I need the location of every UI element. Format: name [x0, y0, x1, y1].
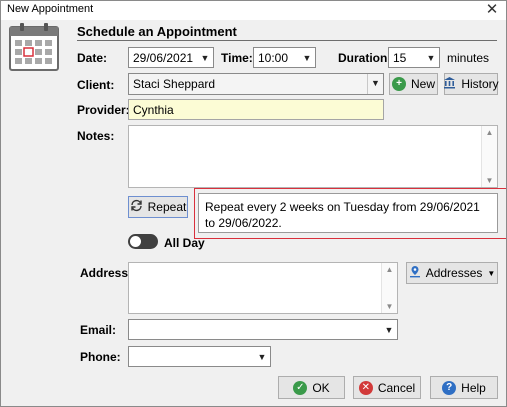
- duration-value: 15: [393, 50, 407, 65]
- duration-select[interactable]: 15 ▼: [388, 47, 440, 68]
- close-button[interactable]: ✕: [478, 0, 506, 20]
- date-picker[interactable]: 29/06/2021 ▼: [128, 47, 214, 68]
- client-select[interactable]: Staci Sheppard ▼: [128, 73, 384, 95]
- date-label: Date:: [77, 51, 108, 65]
- section-title: Schedule an Appointment: [77, 24, 237, 39]
- phone-select[interactable]: ▼: [128, 346, 271, 367]
- new-client-button[interactable]: + New: [389, 73, 438, 95]
- repeat-button-label: Repeat: [147, 200, 187, 214]
- chevron-down-icon[interactable]: ▼: [423, 53, 439, 63]
- scroll-down-icon[interactable]: ▼: [382, 302, 397, 311]
- duration-unit: minutes: [447, 51, 490, 65]
- check-circle-icon: ✓: [293, 380, 308, 395]
- chevron-down-icon[interactable]: ▼: [254, 352, 270, 362]
- all-day-label: All Day: [164, 236, 205, 250]
- address-textarea[interactable]: ▲ ▼: [128, 262, 398, 314]
- calendar-icon: [8, 22, 60, 75]
- ok-button-label: OK: [312, 380, 330, 395]
- chevron-down-icon[interactable]: ▼: [381, 325, 397, 335]
- scroll-up-icon[interactable]: ▲: [382, 265, 397, 274]
- client-label: Client:: [77, 78, 115, 92]
- duration-label: Duration:: [338, 51, 392, 65]
- history-button-label: History: [461, 77, 499, 91]
- time-label: Time:: [221, 51, 253, 65]
- cancel-button[interactable]: ✕ Cancel: [353, 376, 421, 399]
- provider-label: Provider:: [77, 103, 130, 117]
- repeat-icon: [130, 199, 143, 215]
- email-select[interactable]: ▼: [128, 319, 398, 340]
- ok-button[interactable]: ✓ OK: [278, 376, 345, 399]
- map-pin-icon: [409, 265, 421, 281]
- chevron-down-icon[interactable]: ▼: [367, 74, 383, 94]
- addresses-button-label: Addresses: [425, 266, 483, 280]
- scroll-up-icon[interactable]: ▲: [482, 128, 497, 137]
- help-button-label: Help: [461, 380, 486, 395]
- history-button[interactable]: History: [443, 73, 499, 95]
- provider-field[interactable]: Cynthia: [128, 99, 384, 120]
- notes-label: Notes:: [77, 129, 115, 143]
- section-divider: [77, 40, 497, 41]
- email-label: Email:: [80, 323, 117, 337]
- address-scrollbar[interactable]: ▲ ▼: [381, 263, 397, 313]
- repeat-summary: Repeat every 2 weeks on Tuesday from 29/…: [198, 193, 498, 233]
- cancel-button-label: Cancel: [377, 380, 416, 395]
- scroll-down-icon[interactable]: ▼: [482, 176, 497, 185]
- repeat-button[interactable]: Repeat: [128, 196, 188, 218]
- phone-label: Phone:: [80, 350, 121, 364]
- addresses-button[interactable]: Addresses ▼: [406, 262, 498, 284]
- client-value: Staci Sheppard: [133, 77, 216, 91]
- date-value: 29/06/2021: [133, 50, 194, 65]
- question-circle-icon: ?: [442, 380, 457, 395]
- bank-icon: [443, 76, 456, 92]
- help-button[interactable]: ? Help: [430, 376, 498, 399]
- plus-circle-icon: +: [391, 77, 406, 91]
- x-circle-icon: ✕: [358, 380, 373, 395]
- new-button-label: New: [410, 77, 435, 91]
- all-day-toggle[interactable]: [128, 234, 158, 249]
- time-value: 10:00: [258, 50, 289, 65]
- notes-textarea[interactable]: ▲ ▼: [128, 125, 498, 188]
- toggle-knob: [130, 236, 141, 247]
- chevron-down-icon: ▼: [487, 268, 496, 278]
- notes-scrollbar[interactable]: ▲ ▼: [481, 126, 497, 187]
- time-picker[interactable]: 10:00 ▼: [253, 47, 316, 68]
- chevron-down-icon[interactable]: ▼: [299, 53, 315, 63]
- address-label: Address:: [80, 266, 133, 280]
- chevron-down-icon[interactable]: ▼: [197, 53, 213, 63]
- window-title: New Appointment: [7, 3, 94, 15]
